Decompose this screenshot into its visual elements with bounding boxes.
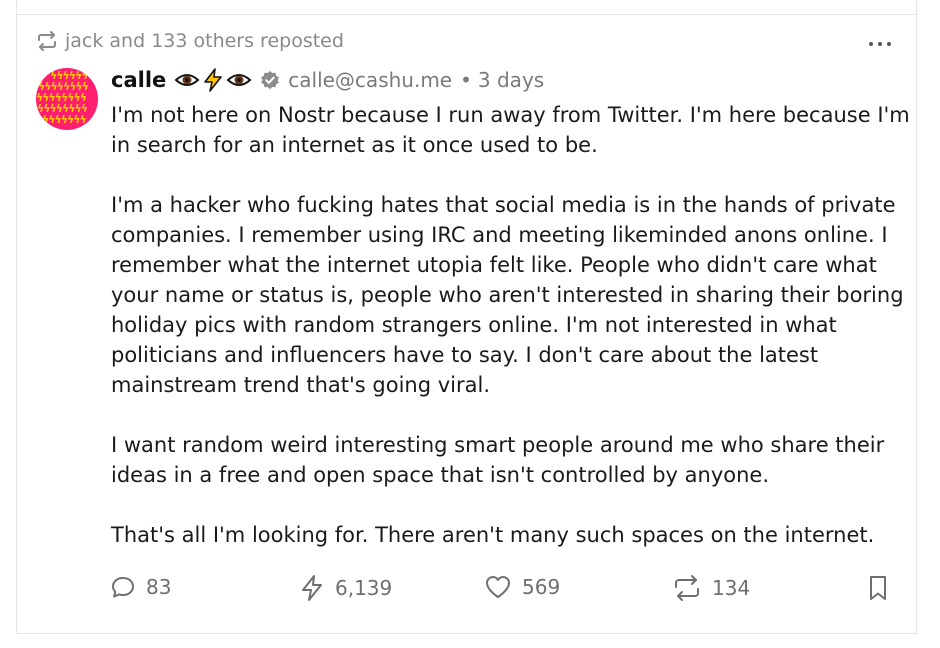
lightning-icon [202, 68, 224, 92]
more-dot-icon [878, 42, 882, 46]
note-actions: 83 6,139 569 134 [0, 574, 940, 610]
reply-count: 83 [146, 575, 172, 599]
content-paragraph: I'm not here on Nostr because I run away… [111, 103, 910, 157]
reply-button[interactable]: 83 [110, 574, 171, 600]
verified-badge-icon [260, 70, 280, 90]
zap-amount: 6,139 [335, 576, 393, 600]
repost-icon [35, 30, 59, 52]
author-name[interactable]: calle [111, 68, 166, 92]
repost-icon [672, 574, 702, 602]
nip05-identifier[interactable]: calle@cashu.me [288, 68, 452, 92]
bookmark-button[interactable] [866, 574, 890, 602]
note-content: I'm not here on Nostr because I run away… [111, 100, 911, 550]
like-count: 569 [522, 575, 561, 599]
eye-icon [174, 70, 200, 90]
like-button[interactable]: 569 [484, 574, 560, 600]
zap-button[interactable]: 6,139 [299, 574, 392, 602]
more-dot-icon [869, 42, 873, 46]
repost-indicator[interactable]: jack and 133 others reposted [35, 30, 344, 52]
eye-icon [226, 70, 252, 90]
avatar-pattern: ϟϟϟϟϟϟϟ [42, 113, 87, 126]
repost-text: jack and 133 others reposted [65, 30, 344, 52]
top-divider [16, 14, 917, 15]
header-separator: • [460, 68, 472, 92]
bookmark-icon [866, 574, 890, 602]
content-paragraph: I want random weird interesting smart pe… [111, 433, 885, 487]
zap-icon [299, 574, 325, 602]
repost-count: 134 [712, 576, 751, 600]
heart-icon [484, 574, 512, 600]
content-paragraph: That's all I'm looking for. There aren't… [111, 523, 875, 547]
content-paragraph: I'm a hacker who fucking hates that soci… [111, 193, 904, 397]
note-header: calle calle@cashu.me • 3 days [111, 64, 544, 96]
reply-icon [110, 574, 136, 600]
repost-button[interactable]: 134 [672, 574, 750, 602]
avatar[interactable]: ϟϟϟϟϟϟ ϟϟϟϟϟϟϟϟ ϟϟϟϟϟϟϟϟ ϟϟϟϟϟϟϟϟ ϟϟϟϟϟϟ… [36, 68, 98, 130]
more-options-button[interactable] [864, 30, 896, 58]
more-dot-icon [887, 42, 891, 46]
note-timestamp[interactable]: 3 days [478, 68, 544, 92]
bottom-divider [16, 633, 917, 634]
